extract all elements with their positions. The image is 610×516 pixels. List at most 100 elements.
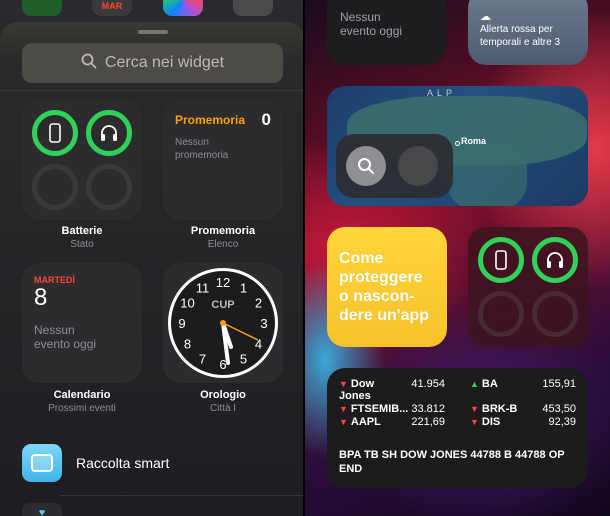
headphones-icon	[537, 242, 573, 278]
stock-value: 92,39	[548, 416, 576, 428]
up-arrow-icon: ▲	[470, 379, 479, 389]
widget-subtitle: Prossimi eventi	[48, 403, 116, 414]
calendar-empty-line2: evento oggi	[34, 337, 97, 351]
stock-symbol: ▼ BRK-B	[470, 403, 518, 415]
stock-symbol: ▼ FTSEMIB...	[339, 403, 409, 415]
health-heart-icon[interactable]: ♥	[22, 503, 62, 516]
empty-battery-ring	[32, 164, 78, 210]
phone-battery-ring	[32, 110, 78, 156]
batteries-widget[interactable]	[22, 100, 142, 220]
divider	[60, 495, 305, 496]
tips-text: Come proteggere o nascon- dere un'app	[339, 250, 430, 324]
reminders-header: Promemoria	[175, 113, 246, 127]
smart-stack-row[interactable]: Raccolta smart	[22, 444, 169, 482]
calendar-weekday: MARTEDÌ	[34, 275, 75, 285]
down-arrow-icon: ▼	[470, 404, 479, 414]
reminders-widget[interactable]: Promemoria 0 Nessun promemoria	[163, 100, 283, 220]
clock-numeral: 1	[240, 280, 247, 295]
clock-widget-label: Orologio Città I	[158, 389, 288, 414]
stock-symbol: ▼ AAPL	[339, 416, 381, 428]
stock-value: 33.812	[411, 403, 445, 415]
stock-symbol: ▼ DIS	[470, 416, 501, 428]
stock-value: 453,50	[542, 403, 576, 415]
calendar-top-line2: evento oggi	[340, 24, 403, 38]
clock-numeral: 10	[180, 296, 194, 311]
calendar-app-month: MAR	[101, 1, 123, 11]
stocks-widget[interactable]: ▼ Dow Jones 41.954 ▲ BA 155,91 ▼ FTSEMIB... 33.8…	[327, 368, 588, 488]
headphones-battery-ring	[532, 237, 578, 283]
widget-subtitle: Stato	[70, 239, 94, 250]
calendar-top-line1: Nessun	[340, 10, 381, 24]
cloud-rain-icon: ☁	[480, 11, 491, 23]
headphones-icon	[91, 115, 127, 151]
headphones-battery-ring	[86, 110, 132, 156]
calendar-widget-label: Calendario Prossimi eventi	[17, 389, 147, 414]
sheet-grabber[interactable]	[138, 30, 168, 34]
stock-value: 221,69	[411, 416, 445, 428]
widget-title: Calendario	[53, 389, 111, 401]
phone-battery-ring	[478, 237, 524, 283]
stocks-grid: ▼ Dow Jones 41.954 ▲ BA 155,91 ▼ FTSEMIB... 33.8…	[339, 378, 576, 428]
widget-subtitle: Elenco	[207, 239, 239, 250]
search-placeholder: Cerca nei widget	[104, 54, 225, 71]
widget-title: Promemoria	[190, 225, 256, 237]
clock-numeral: 8	[184, 337, 191, 352]
down-arrow-icon: ▼	[339, 379, 348, 389]
reminders-empty-text: Nessun promemoria	[175, 137, 229, 161]
clock-numeral: 9	[178, 316, 185, 331]
calendar-empty-line1: Nessun	[34, 323, 75, 337]
weather-widget-top[interactable]: ☁ Allerta rossa per temporali e altre 3	[468, 0, 588, 65]
widget-search-field[interactable]: Cerca nei widget	[22, 43, 283, 83]
map-pin	[455, 141, 460, 146]
calendar-widget[interactable]: MARTEDÌ 8 Nessun evento oggi	[22, 263, 142, 383]
calendar-day: 8	[34, 284, 48, 311]
stock-value: 155,91	[542, 378, 576, 390]
down-arrow-icon: ▼	[470, 417, 479, 427]
weather-alert-text: Allerta rossa per temporali e altre 3	[480, 24, 561, 48]
divider	[0, 90, 305, 91]
search-icon	[81, 53, 97, 74]
calendar-widget-top[interactable]: Nessun evento oggi	[327, 0, 447, 65]
maps-search-button[interactable]	[346, 146, 386, 186]
phone-icon	[483, 242, 519, 278]
stock-symbol: ▲ BA	[470, 378, 498, 390]
camera-app-icon[interactable]	[233, 0, 273, 16]
widget-title: Orologio	[200, 389, 246, 401]
smart-stack-icon	[22, 444, 62, 482]
clock-numeral: 12	[216, 275, 230, 290]
map-region-label: ALP	[427, 88, 457, 98]
clock-widget[interactable]: CUP 12 1 2 3 4 5 6 7 8 9 10 11	[163, 263, 283, 383]
calendar-app-icon[interactable]: MAR	[92, 0, 132, 16]
clock-numeral: 7	[199, 352, 206, 367]
clock-numeral: 3	[260, 316, 267, 331]
clock-numeral: 2	[255, 296, 262, 311]
widget-subtitle: Città I	[209, 403, 237, 414]
photos-app-icon[interactable]	[163, 0, 203, 16]
down-arrow-icon: ▼	[339, 417, 348, 427]
reminders-widget-label: Promemoria Elenco	[158, 225, 288, 250]
down-arrow-icon: ▼	[339, 404, 348, 414]
maps-secondary-button[interactable]	[398, 146, 438, 186]
empty-battery-ring	[532, 291, 578, 337]
facetime-app-icon[interactable]	[22, 0, 62, 16]
tips-widget[interactable]: Come proteggere o nascon- dere un'app	[327, 227, 447, 347]
stock-value: 41.954	[411, 378, 445, 390]
map-land	[447, 141, 527, 206]
empty-battery-ring	[86, 164, 132, 210]
reminders-count: 0	[261, 110, 271, 129]
analog-clock-face: CUP 12 1234567891011	[168, 268, 278, 378]
widget-gallery-panel: MAR Cerca nei widget Batterie Stato Prom…	[0, 0, 305, 516]
map-city-label: Roma	[461, 136, 487, 146]
search-icon	[358, 158, 374, 174]
maps-search-overlay	[336, 134, 453, 198]
clock-numeral: 5	[240, 352, 247, 367]
widget-title: Batterie	[61, 225, 103, 237]
batteries-widget-label: Batterie Stato	[17, 225, 147, 250]
stocks-ticker: BPA TB SH DOW JONES 44788 B 44788 OP END	[339, 449, 565, 475]
phone-icon	[37, 115, 73, 151]
clock-city-label: CUP	[211, 299, 234, 311]
batteries-widget-home[interactable]	[468, 227, 588, 347]
empty-battery-ring	[478, 291, 524, 337]
